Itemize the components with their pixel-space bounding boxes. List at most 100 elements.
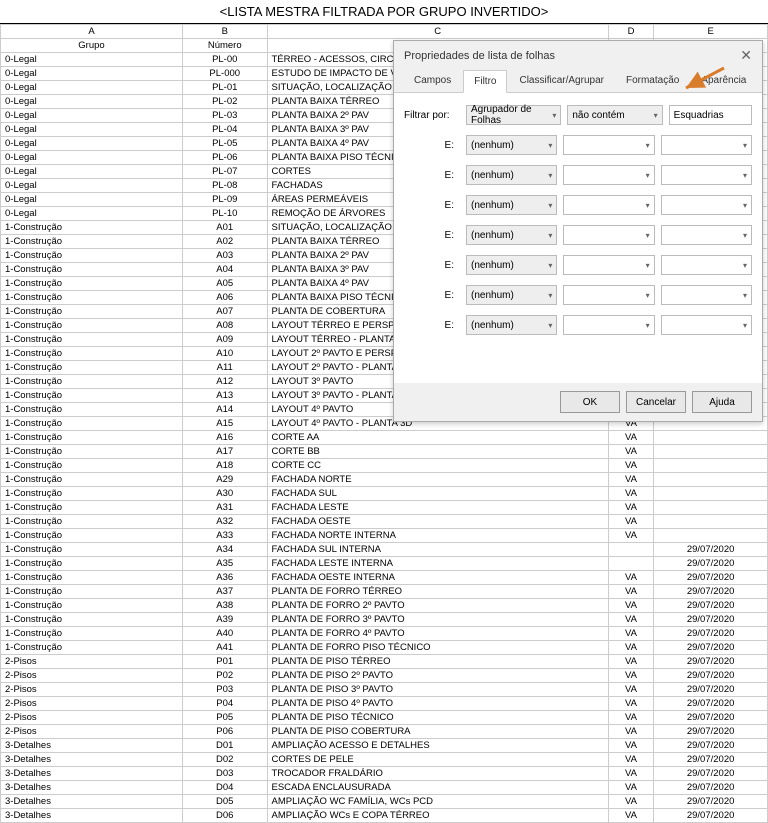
filter-op-2[interactable]	[563, 135, 654, 155]
table-row[interactable]: 1-ConstruçãoA37PLANTA DE FORRO TÉRREOVA2…	[1, 585, 768, 599]
cell-numero[interactable]: A18	[183, 459, 268, 473]
cell-date[interactable]	[654, 515, 768, 529]
filter-field-4[interactable]: (nenhum)	[466, 195, 557, 215]
table-row[interactable]: 1-ConstruçãoA17CORTE BBVA	[1, 445, 768, 459]
cell-date[interactable]: 29/07/2020	[654, 725, 768, 739]
cell-date[interactable]: 29/07/2020	[654, 627, 768, 641]
cell-numero[interactable]: A09	[183, 333, 268, 347]
cell-numero[interactable]: A36	[183, 571, 268, 585]
cell-date[interactable]	[654, 501, 768, 515]
cell-revis[interactable]: VA	[608, 739, 654, 753]
cell-assunto[interactable]: AMPLIAÇÃO WC FAMÍLIA, WCs PCD	[267, 795, 608, 809]
cell-date[interactable]: 29/07/2020	[654, 809, 768, 823]
cell-assunto[interactable]: PLANTA DE FORRO 4º PAVTO	[267, 627, 608, 641]
cell-grupo[interactable]: 3-Detalhes	[1, 753, 183, 767]
cell-date[interactable]: 29/07/2020	[654, 697, 768, 711]
cell-revis[interactable]: VA	[608, 767, 654, 781]
table-row[interactable]: 1-ConstruçãoA29FACHADA NORTEVA	[1, 473, 768, 487]
table-row[interactable]: 2-PisosP03PLANTA DE PISO 3º PAVTOVA29/07…	[1, 683, 768, 697]
filter-field-8[interactable]: (nenhum)	[466, 315, 557, 335]
cell-date[interactable]: 29/07/2020	[654, 795, 768, 809]
table-row[interactable]: 1-ConstruçãoA34FACHADA SUL INTERNA29/07/…	[1, 543, 768, 557]
cell-revis[interactable]: VA	[608, 655, 654, 669]
cell-revis[interactable]: VA	[608, 809, 654, 823]
table-row[interactable]: 1-ConstruçãoA39PLANTA DE FORRO 3º PAVTOV…	[1, 613, 768, 627]
cell-numero[interactable]: A14	[183, 403, 268, 417]
cell-grupo[interactable]: 0-Legal	[1, 123, 183, 137]
cell-assunto[interactable]: PLANTA DE FORRO PISO TÉCNICO	[267, 641, 608, 655]
table-row[interactable]: 1-ConstruçãoA30FACHADA SULVA	[1, 487, 768, 501]
cell-numero[interactable]: P04	[183, 697, 268, 711]
filter-value-8[interactable]	[661, 315, 752, 335]
cell-assunto[interactable]: FACHADA NORTE	[267, 473, 608, 487]
cell-numero[interactable]: PL-000	[183, 67, 268, 81]
cell-grupo[interactable]: 1-Construção	[1, 389, 183, 403]
filter-field-2[interactable]: (nenhum)	[466, 135, 557, 155]
tab-campos[interactable]: Campos	[404, 70, 461, 92]
cell-grupo[interactable]: 0-Legal	[1, 137, 183, 151]
cell-date[interactable]	[654, 487, 768, 501]
cell-revis[interactable]: VA	[608, 697, 654, 711]
cell-assunto[interactable]: PLANTA DE FORRO 2º PAVTO	[267, 599, 608, 613]
cell-grupo[interactable]: 3-Detalhes	[1, 809, 183, 823]
cell-date[interactable]: 29/07/2020	[654, 669, 768, 683]
cell-grupo[interactable]: 1-Construção	[1, 403, 183, 417]
cell-assunto[interactable]: PLANTA DE PISO TÉRREO	[267, 655, 608, 669]
cell-grupo[interactable]: 1-Construção	[1, 375, 183, 389]
cell-assunto[interactable]: FACHADA LESTE	[267, 501, 608, 515]
cell-revis[interactable]: VA	[608, 781, 654, 795]
cell-revis[interactable]: VA	[608, 641, 654, 655]
cell-date[interactable]: 29/07/2020	[654, 599, 768, 613]
cell-numero[interactable]: A38	[183, 599, 268, 613]
filter-op-4[interactable]	[563, 195, 654, 215]
cell-numero[interactable]: A31	[183, 501, 268, 515]
cell-numero[interactable]: A01	[183, 221, 268, 235]
cell-date[interactable]: 29/07/2020	[654, 585, 768, 599]
cell-grupo[interactable]: 1-Construção	[1, 333, 183, 347]
cell-grupo[interactable]: 1-Construção	[1, 305, 183, 319]
cell-assunto[interactable]: CORTE CC	[267, 459, 608, 473]
cell-numero[interactable]: A08	[183, 319, 268, 333]
cell-numero[interactable]: PL-08	[183, 179, 268, 193]
cell-revis[interactable]: VA	[608, 431, 654, 445]
cell-numero[interactable]: P01	[183, 655, 268, 669]
cell-revis[interactable]: VA	[608, 571, 654, 585]
cell-numero[interactable]: D04	[183, 781, 268, 795]
cell-numero[interactable]: PL-10	[183, 207, 268, 221]
cell-grupo[interactable]: 3-Detalhes	[1, 767, 183, 781]
filter-value-3[interactable]	[661, 165, 752, 185]
cell-numero[interactable]: A30	[183, 487, 268, 501]
tab-classificar[interactable]: Classificar/Agrupar	[509, 70, 613, 92]
cell-assunto[interactable]: PLANTA DE PISO TÉCNICO	[267, 711, 608, 725]
cell-revis[interactable]: VA	[608, 627, 654, 641]
cell-date[interactable]: 29/07/2020	[654, 543, 768, 557]
table-row[interactable]: 2-PisosP06PLANTA DE PISO COBERTURAVA29/0…	[1, 725, 768, 739]
cell-grupo[interactable]: 3-Detalhes	[1, 781, 183, 795]
cell-assunto[interactable]: AMPLIAÇÃO WCs E COPA TÉRREO	[267, 809, 608, 823]
cell-grupo[interactable]: 1-Construção	[1, 627, 183, 641]
table-row[interactable]: 2-PisosP05PLANTA DE PISO TÉCNICOVA29/07/…	[1, 711, 768, 725]
cell-date[interactable]: 29/07/2020	[654, 739, 768, 753]
filter-field-7[interactable]: (nenhum)	[466, 285, 557, 305]
table-row[interactable]: 1-ConstruçãoA35FACHADA LESTE INTERNA29/0…	[1, 557, 768, 571]
cell-numero[interactable]: A35	[183, 557, 268, 571]
table-row[interactable]: 3-DetalhesD01AMPLIAÇÃO ACESSO E DETALHES…	[1, 739, 768, 753]
tab-filtro[interactable]: Filtro	[463, 70, 507, 93]
cell-revis[interactable]: VA	[608, 487, 654, 501]
filter-field-3[interactable]: (nenhum)	[466, 165, 557, 185]
cell-numero[interactable]: D03	[183, 767, 268, 781]
cell-numero[interactable]: A41	[183, 641, 268, 655]
cell-revis[interactable]: VA	[608, 515, 654, 529]
cell-numero[interactable]: A40	[183, 627, 268, 641]
cell-date[interactable]: 29/07/2020	[654, 781, 768, 795]
cell-numero[interactable]: A16	[183, 431, 268, 445]
cell-numero[interactable]: A33	[183, 529, 268, 543]
cell-date[interactable]: 29/07/2020	[654, 641, 768, 655]
cell-grupo[interactable]: 1-Construção	[1, 319, 183, 333]
cell-revis[interactable]: VA	[608, 445, 654, 459]
cell-assunto[interactable]: PLANTA DE PISO 4º PAVTO	[267, 697, 608, 711]
col-header-grupo[interactable]: Grupo	[1, 39, 183, 53]
cell-grupo[interactable]: 3-Detalhes	[1, 739, 183, 753]
filter-op-5[interactable]	[563, 225, 654, 245]
cell-numero[interactable]: A13	[183, 389, 268, 403]
